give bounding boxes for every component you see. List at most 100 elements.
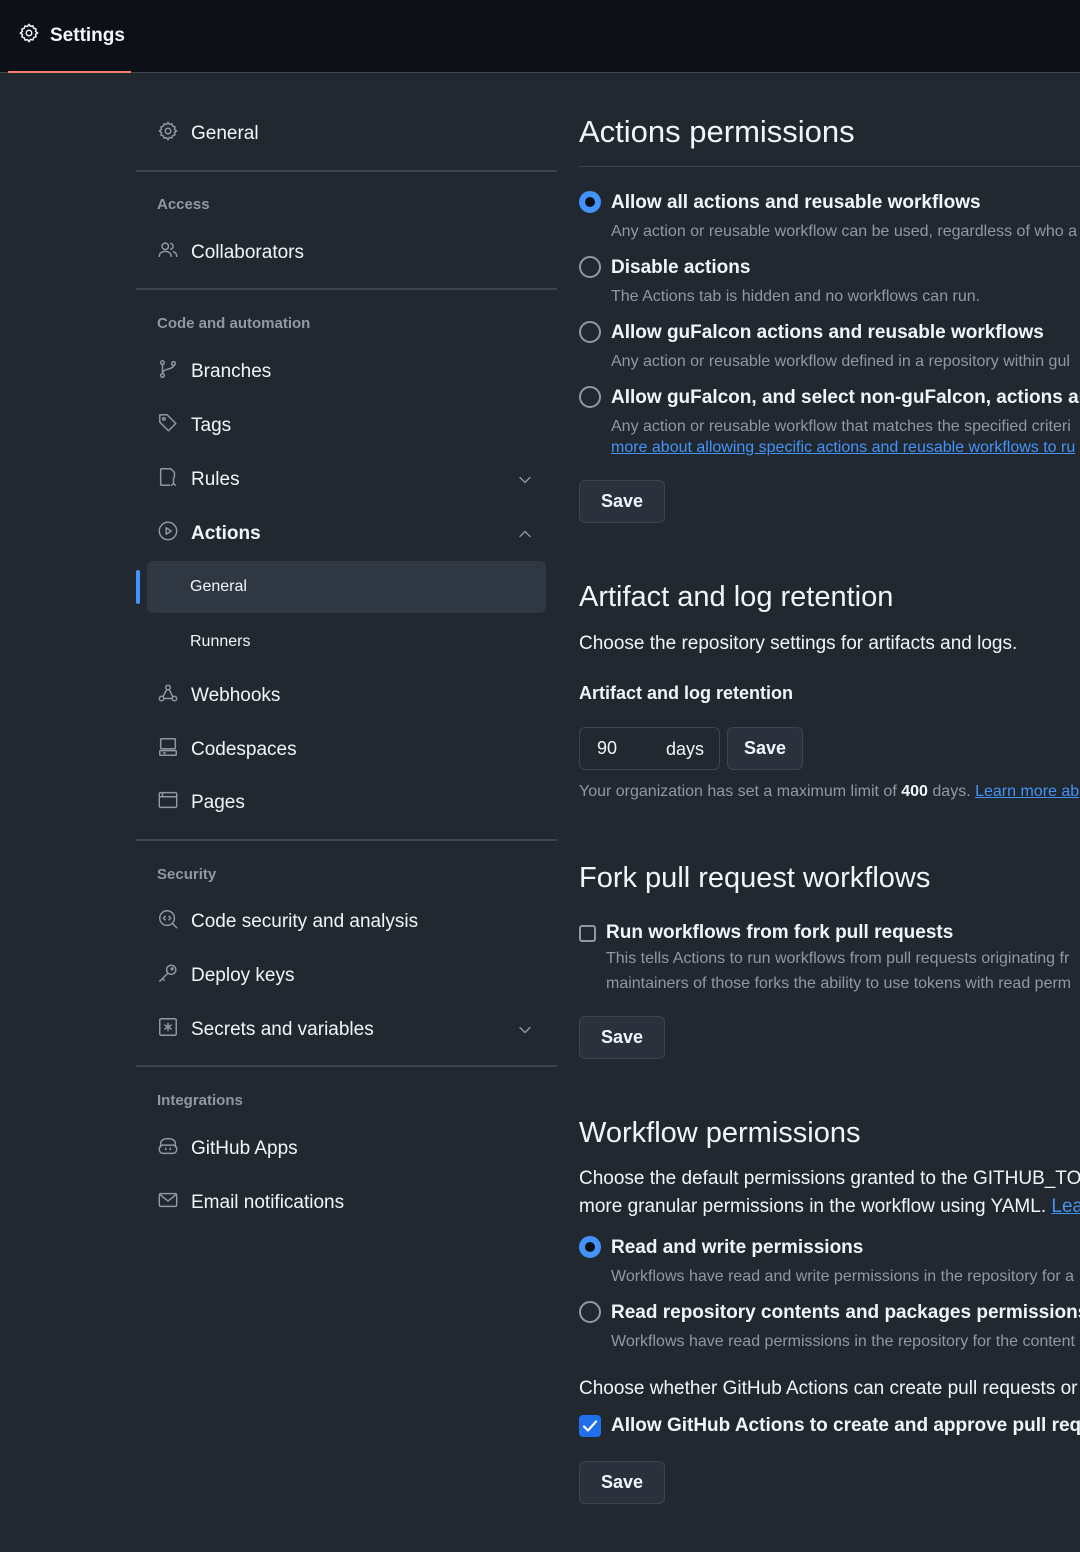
radio-allow-select[interactable] — [579, 386, 601, 408]
note-text: days. — [932, 783, 971, 800]
note-limit: 400 — [901, 783, 928, 800]
chevron-down-icon[interactable] — [515, 470, 535, 496]
gear-icon — [18, 22, 40, 49]
allow-pr-checkbox[interactable] — [579, 1415, 601, 1437]
sidebar-item-branches[interactable]: Branches — [136, 345, 557, 399]
divider — [136, 288, 557, 290]
divider — [579, 166, 1080, 167]
radio-desc: Workflows have read and write permission… — [611, 1268, 1075, 1285]
sidebar-item-actions-runners[interactable]: Runners — [147, 616, 546, 668]
sidebar-item-label: General — [190, 578, 247, 595]
codescan-icon — [157, 908, 179, 936]
webhook-icon — [157, 682, 179, 710]
divider — [136, 839, 557, 841]
radio-label[interactable]: Allow guFalcon, and select non-guFalcon,… — [611, 387, 1080, 409]
retention-days-input-group: days — [579, 727, 720, 770]
sidebar-item-label: Pages — [191, 792, 245, 813]
chevron-up-icon[interactable] — [515, 524, 535, 550]
tab-settings[interactable]: Settings — [8, 0, 131, 73]
radio-read-only[interactable] — [579, 1301, 601, 1323]
sidebar-item-label: Email notifications — [191, 1192, 345, 1213]
section-desc: Choose the default permissions granted t… — [579, 1168, 1080, 1189]
sidebar-item-label: General — [191, 123, 259, 144]
sidebar-item-actions-general[interactable]: General — [147, 561, 546, 613]
save-button[interactable]: Save — [579, 480, 666, 523]
checkbox-desc: maintainers of those forks the ability t… — [606, 975, 1072, 992]
section-title-workflow-permissions: Workflow permissions — [579, 1117, 861, 1149]
sidebar-item-github-apps[interactable]: GitHub Apps — [136, 1122, 557, 1176]
sidebar-item-code-security[interactable]: Code security and analysis — [136, 895, 557, 949]
play-icon — [157, 520, 179, 548]
sidebar-item-secrets[interactable]: Secrets and variables — [136, 1003, 557, 1057]
gear-icon — [157, 120, 179, 148]
group-title-access: Access — [157, 196, 210, 213]
radio-allow-all[interactable] — [579, 191, 601, 213]
section-title-fork-pr: Fork pull request workflows — [579, 862, 931, 894]
sidebar-item-label: Runners — [190, 633, 251, 650]
sidebar-item-pages[interactable]: Pages — [136, 776, 557, 830]
pr-question: Choose whether GitHub Actions can create… — [579, 1378, 1080, 1399]
chevron-down-icon[interactable] — [515, 1020, 535, 1046]
save-button[interactable]: Save — [579, 1461, 666, 1504]
divider — [136, 170, 557, 172]
main-content: Actions permissions Allow all actions an… — [579, 0, 1080, 1552]
people-icon — [157, 239, 179, 267]
radio-label[interactable]: Read and write permissions — [611, 1237, 863, 1259]
tag-icon — [157, 412, 179, 440]
sidebar-item-email-notifications[interactable]: Email notifications — [136, 1176, 557, 1230]
sidebar-item-label: Codespaces — [191, 739, 297, 760]
radio-label[interactable]: Allow guFalcon actions and reusable work… — [611, 322, 1044, 344]
sidebar-item-label: Webhooks — [191, 685, 281, 706]
copilot-icon — [157, 1135, 179, 1163]
sidebar-item-webhooks[interactable]: Webhooks — [136, 669, 557, 723]
rules-icon — [157, 466, 179, 494]
sidebar-item-actions[interactable]: Actions — [136, 507, 557, 561]
checkbox-desc: This tells Actions to run workflows from… — [606, 950, 1070, 967]
sidebar-item-label: Actions — [191, 523, 261, 544]
sidebar-item-label: Secrets and variables — [191, 1019, 374, 1040]
checkbox-label[interactable]: Run workflows from fork pull requests — [606, 922, 953, 944]
sidebar-item-label: Branches — [191, 361, 272, 382]
section-title-actions-permissions: Actions permissions — [579, 114, 855, 149]
save-button[interactable]: Save — [727, 727, 804, 770]
sidebar-item-deploy-keys[interactable]: Deploy keys — [136, 949, 557, 1003]
radio-read-write[interactable] — [579, 1236, 601, 1258]
sidebar-item-label: Code security and analysis — [191, 911, 419, 932]
learn-more-link[interactable]: more about allowing specific actions and… — [611, 439, 1075, 457]
section-desc: Choose the repository settings for artif… — [579, 633, 1018, 654]
learn-more-link[interactable]: Learn more ab — [975, 783, 1079, 800]
active-indicator — [136, 570, 140, 604]
sidebar-item-collaborators[interactable]: Collaborators — [136, 226, 557, 280]
sidebar-item-rules[interactable]: Rules — [136, 453, 557, 507]
mail-icon — [157, 1189, 179, 1217]
radio-allow-org[interactable] — [579, 321, 601, 343]
radio-label[interactable]: Disable actions — [611, 257, 750, 279]
radio-label[interactable]: Allow all actions and reusable workflows — [611, 192, 981, 214]
branch-icon — [157, 358, 179, 386]
fork-pr-checkbox[interactable] — [579, 925, 596, 942]
radio-disable-actions[interactable] — [579, 256, 601, 278]
radio-label[interactable]: Read repository contents and packages pe… — [611, 1302, 1080, 1324]
divider — [136, 1065, 557, 1067]
radio-desc: The Actions tab is hidden and no workflo… — [611, 288, 981, 305]
sidebar-item-tags[interactable]: Tags — [136, 399, 557, 453]
field-label: Artifact and log retention — [579, 683, 794, 703]
note-text: Your organization has set a maximum limi… — [579, 783, 897, 800]
sidebar-item-label: Tags — [191, 415, 232, 436]
checkbox-label[interactable]: Allow GitHub Actions to create and appro… — [611, 1415, 1080, 1437]
retention-days-input[interactable] — [581, 729, 651, 768]
section-title-artifact-retention: Artifact and log retention — [579, 581, 894, 613]
browser-icon — [157, 789, 179, 817]
sidebar-item-label: GitHub Apps — [191, 1138, 298, 1159]
sidebar-item-codespaces[interactable]: Codespaces — [136, 723, 557, 777]
days-suffix: days — [666, 739, 705, 759]
save-button[interactable]: Save — [579, 1016, 666, 1059]
sidebar-item-label: Deploy keys — [191, 965, 295, 986]
sidebar-item-label: Rules — [191, 469, 240, 490]
asterisk-box-icon — [157, 1016, 179, 1044]
learn-more-link[interactable]: Lear — [1051, 1196, 1080, 1217]
group-title-integrations: Integrations — [157, 1092, 243, 1109]
sidebar-item-general[interactable]: General — [136, 107, 557, 161]
sidebar-item-label: Collaborators — [191, 242, 304, 263]
retention-note: Your organization has set a maximum limi… — [579, 783, 1079, 801]
